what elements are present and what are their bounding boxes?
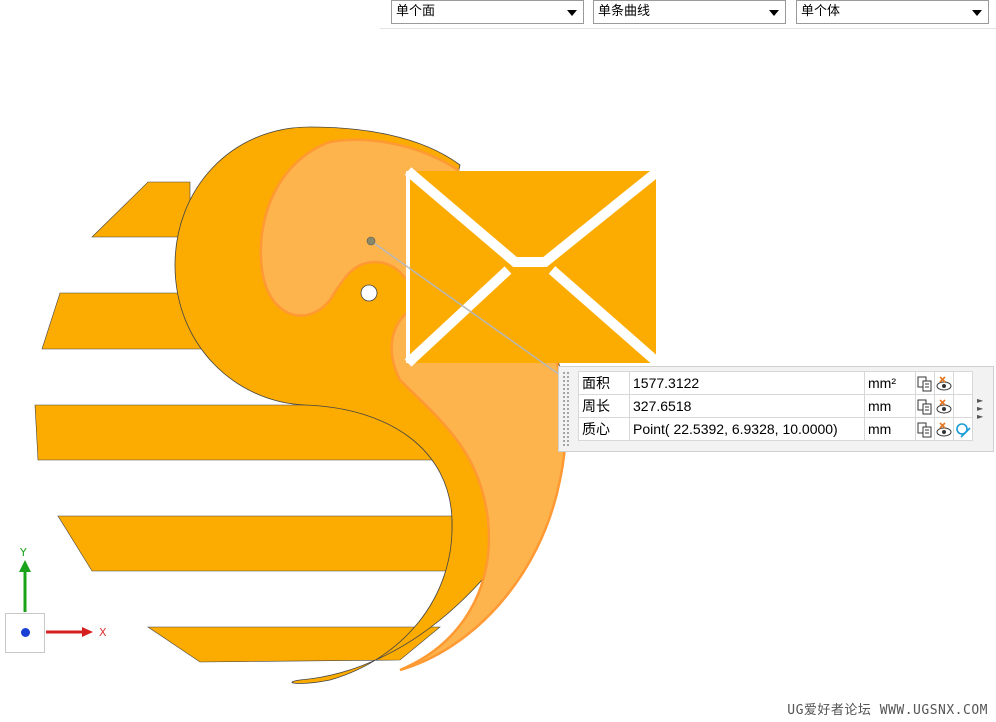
stripe-5 [147,626,441,663]
measure-row-centroid: 质心 Point( 22.5392, 6.9328, 10.0000) mm [578,417,973,441]
expand-arrows-icon[interactable]: ► ► ► [977,397,987,421]
row-label: 周长 [578,394,630,418]
logo-envelope[interactable] [404,167,662,367]
graphics-viewport[interactable] [0,0,996,722]
y-axis-label: Y [20,546,27,559]
centroid-point[interactable] [366,236,376,246]
x-axis-arrow [82,627,93,637]
measure-table: 面积 1577.3122 mm² 周长 327.6518 mm 质心 Point… [578,371,973,441]
row-label: 面积 [578,371,630,395]
watermark: UG爱好者论坛 WWW.UGSNX.COM [787,703,988,718]
x-axis-label: X [99,626,107,639]
hide-button[interactable] [934,394,954,418]
copy-icon [917,399,932,415]
copy-button[interactable] [915,417,935,441]
hide-icon [936,399,952,414]
copy-button[interactable] [915,394,935,418]
hide-icon [936,422,952,437]
centroid-icon [956,422,971,438]
hide-icon [936,376,952,391]
logo-eye-hole [360,284,378,302]
row-unit: mm [864,394,916,418]
measure-row-area: 面积 1577.3122 mm² [578,371,973,395]
row-value[interactable]: Point( 22.5392, 6.9328, 10.0000) [629,417,865,441]
row-unit: mm [864,417,916,441]
measure-row-perimeter: 周长 327.6518 mm [578,394,973,418]
drag-grip-icon[interactable] [562,371,570,447]
copy-icon [917,376,932,392]
y-axis-arrow [19,560,31,572]
measure-result-panel: 面积 1577.3122 mm² 周长 327.6518 mm 质心 Point… [558,366,994,452]
empty-cell [953,371,973,395]
origin-dot [21,628,30,637]
stripe-4 [57,515,453,572]
hide-button[interactable] [934,417,954,441]
stripe-1 [91,181,191,238]
row-value[interactable]: 327.6518 [629,394,865,418]
row-value[interactable]: 1577.3122 [629,371,865,395]
copy-button[interactable] [915,371,935,395]
copy-icon [917,422,932,438]
create-point-button[interactable] [953,417,973,441]
row-unit: mm² [864,371,916,395]
view-triad[interactable] [5,613,45,653]
row-label: 质心 [578,417,630,441]
empty-cell [953,394,973,418]
hide-button[interactable] [934,371,954,395]
